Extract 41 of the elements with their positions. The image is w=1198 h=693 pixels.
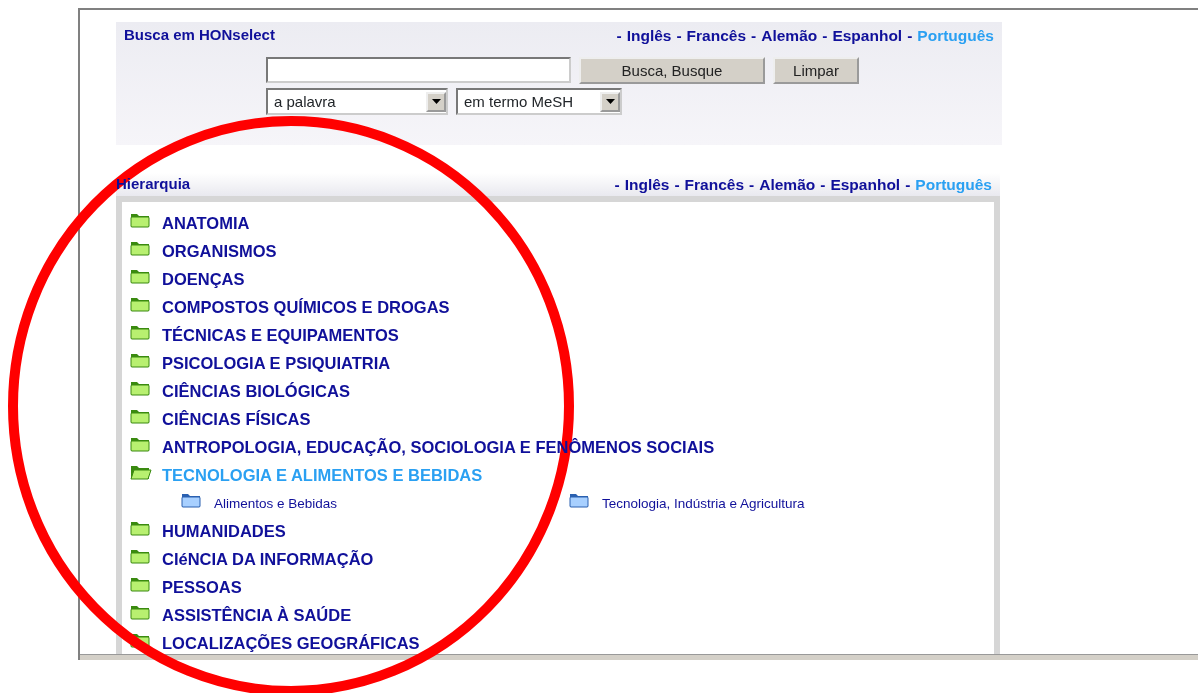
category-link[interactable]: COMPOSTOS QUÍMICOS E DROGAS <box>162 294 450 320</box>
category-link[interactable]: HUMANIDADES <box>162 518 286 544</box>
category-link[interactable]: CIÊNCIAS FÍSICAS <box>162 406 311 432</box>
category-link[interactable]: ORGANISMOS <box>162 238 277 264</box>
category-link[interactable]: ASSISTÊNCIA À SAÚDE <box>162 602 352 628</box>
category-link[interactable]: LOCALIZAÇÕES GEOGRÁFICAS <box>162 630 420 656</box>
language-link[interactable]: Francês <box>684 173 745 197</box>
search-field[interactable] <box>266 57 571 84</box>
category-link[interactable]: PSICOLOGIA E PSIQUIATRIA <box>162 350 391 376</box>
language-link[interactable]: Francês <box>686 24 747 48</box>
panel-title: Busca em HONselect <box>124 25 275 45</box>
language-link[interactable]: Inglês <box>624 173 670 197</box>
category-link[interactable]: DOENÇAS <box>162 266 245 292</box>
clear-button[interactable]: Limpar <box>773 57 859 85</box>
dash-separator: - <box>676 26 682 46</box>
dash-separator: - <box>616 26 622 46</box>
language-link[interactable]: Alemão <box>761 24 818 48</box>
language-link[interactable]: Inglês <box>626 24 672 48</box>
category-link[interactable]: CIéNCIA DA INFORMAÇÃO <box>162 546 374 572</box>
subcategory-link[interactable]: Tecnologia, Indústria e Agricultura <box>602 494 805 515</box>
dash-separator: - <box>905 175 911 195</box>
subcategory-link[interactable]: Alimentos e Bebidas <box>214 494 338 515</box>
scope-dropdown[interactable]: em termo MeSH <box>456 88 622 116</box>
match-dropdown[interactable]: a palavra <box>266 88 448 116</box>
dash-separator: - <box>907 26 913 46</box>
folder-icon <box>180 491 204 510</box>
dash-separator: - <box>822 26 828 46</box>
search-button[interactable]: Busca, Busque <box>579 57 765 85</box>
dash-separator: - <box>614 175 620 195</box>
dash-separator: - <box>751 26 757 46</box>
language-link[interactable]: Alemão <box>759 173 816 197</box>
category-link[interactable]: TÉCNICAS E EQUIPAMENTOS <box>162 322 399 348</box>
language-link[interactable]: Espanhol <box>830 173 901 197</box>
dash-separator: - <box>820 175 826 195</box>
folder-icon <box>568 491 592 510</box>
dash-separator: - <box>674 175 680 195</box>
language-link[interactable]: Espanhol <box>832 24 903 48</box>
category-link[interactable]: ANATOMIA <box>162 210 250 236</box>
dash-separator: - <box>749 175 755 195</box>
category-link[interactable]: PESSOAS <box>162 574 242 600</box>
category-link[interactable]: CIÊNCIAS BIOLÓGICAS <box>162 378 350 404</box>
